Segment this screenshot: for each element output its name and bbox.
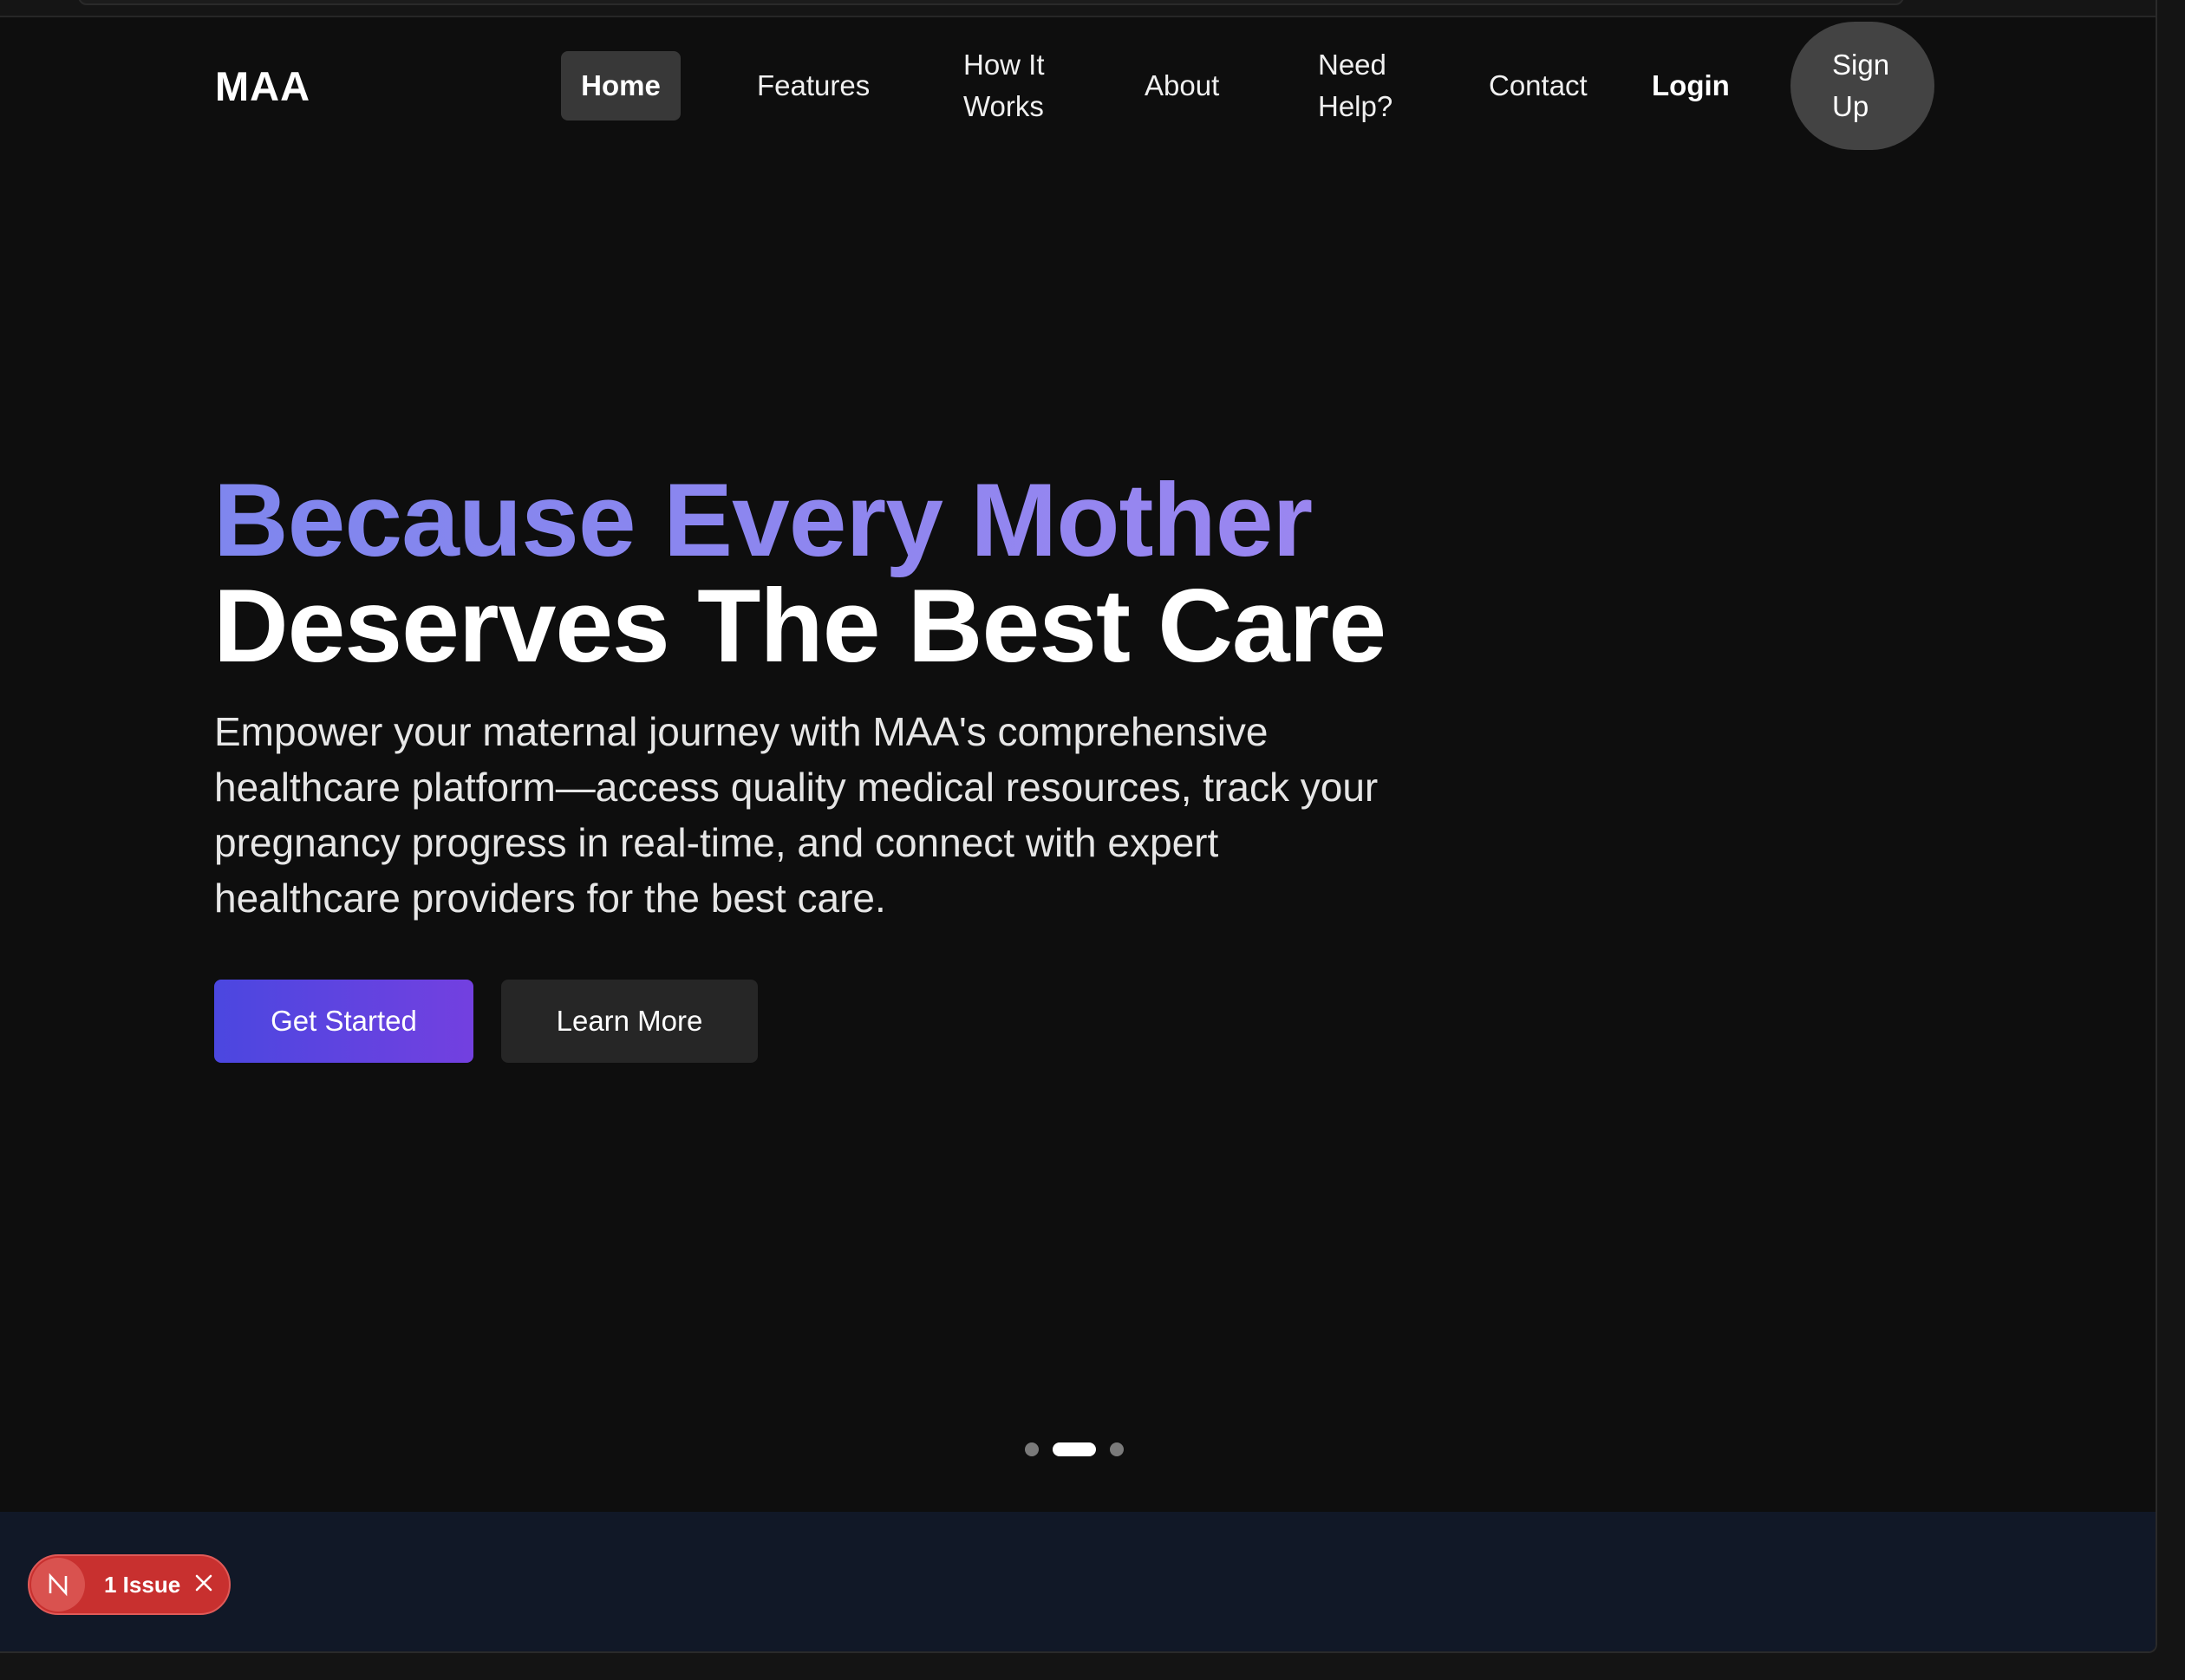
nav-link-how-it-works[interactable]: How It Works xyxy=(963,44,1045,127)
hero-title-line2: Deserves The Best Care xyxy=(213,568,1386,684)
carousel-dot-2-active[interactable] xyxy=(1053,1442,1096,1456)
nav-link-need-help-line2: Help? xyxy=(1318,90,1393,122)
carousel-dot-3[interactable] xyxy=(1110,1442,1124,1456)
nextjs-n-glyph xyxy=(49,1573,68,1597)
site-logo[interactable]: MAA xyxy=(215,62,310,110)
next-section xyxy=(0,1512,2156,1651)
nav-link-need-help[interactable]: Need Help? xyxy=(1318,44,1393,127)
nextjs-n-icon[interactable] xyxy=(31,1558,85,1612)
login-button[interactable]: Login xyxy=(1652,65,1730,107)
close-glyph xyxy=(195,1574,212,1592)
nav-link-how-it-works-line1: How It xyxy=(963,49,1045,81)
signup-button[interactable]: Sign Up xyxy=(1790,22,1934,150)
issue-count-label[interactable]: 1 Issue xyxy=(104,1572,180,1599)
previous-element-edge xyxy=(78,0,1904,5)
carousel-dot-1[interactable] xyxy=(1025,1442,1039,1456)
top-strip xyxy=(0,0,2156,17)
get-started-button[interactable]: Get Started xyxy=(214,980,473,1063)
close-icon[interactable] xyxy=(194,1572,213,1598)
learn-more-button[interactable]: Learn More xyxy=(501,980,758,1063)
hero-title-line1: Because Every Mother xyxy=(213,459,1313,581)
signup-label-line2: Up xyxy=(1832,90,1869,122)
carousel-indicators xyxy=(1025,1442,1124,1456)
nav-link-contact[interactable]: Contact xyxy=(1489,65,1588,107)
nav-link-how-it-works-line2: Works xyxy=(963,90,1044,122)
hero-description: Empower your maternal journey with MAA's… xyxy=(214,709,1379,921)
nav-link-about[interactable]: About xyxy=(1145,65,1219,107)
nav-link-need-help-line1: Need xyxy=(1318,49,1386,81)
dev-issues-badge[interactable]: 1 Issue xyxy=(28,1554,231,1615)
nav-link-home[interactable]: Home xyxy=(561,51,681,120)
signup-label-line1: Sign xyxy=(1832,49,1890,81)
browser-viewport: MAA Home Features How It Works About Nee… xyxy=(0,0,2157,1653)
nav-link-features[interactable]: Features xyxy=(757,65,870,107)
